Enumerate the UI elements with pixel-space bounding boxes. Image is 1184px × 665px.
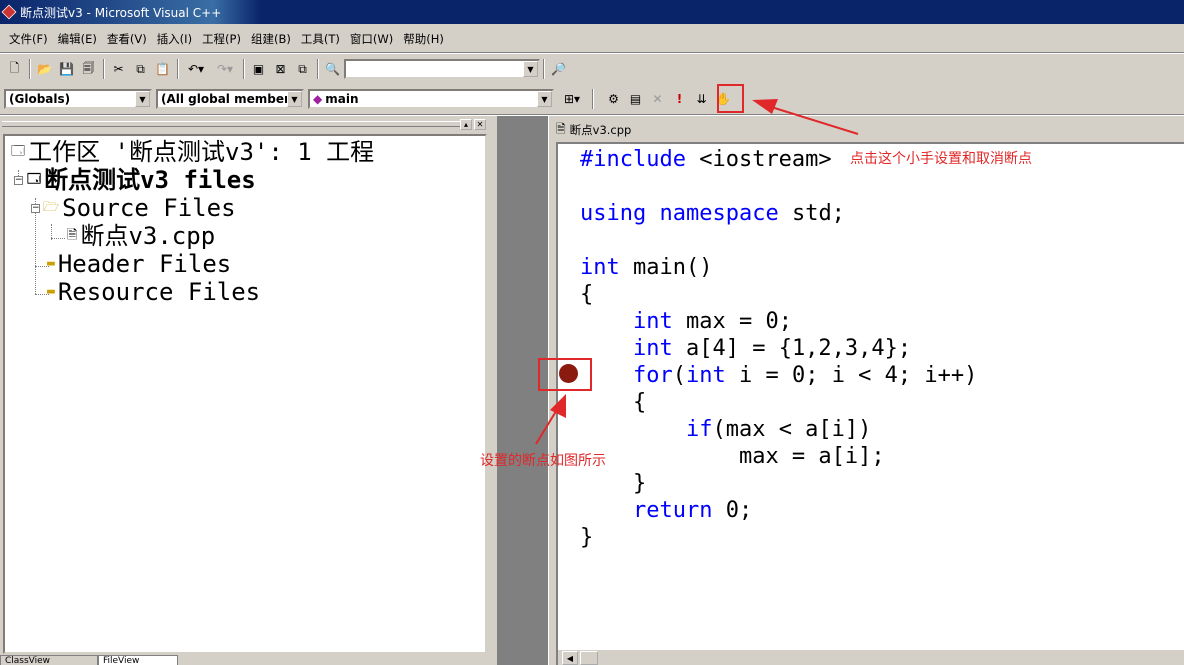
arrow-breakpoint-head: [550, 394, 566, 418]
arrow-hand: [767, 105, 859, 135]
annotation-hand-tip: 点击这个小手设置和取消断点: [850, 151, 1032, 167]
msvc-window: 断点测试v3 - Microsoft Visual C++ 文件(F) 编辑(E…: [0, 0, 1184, 665]
annotation-arrows: [535, 99, 859, 445]
annotation-breakpoint-tip: 设置的断点如图所示: [480, 453, 606, 469]
arrow-breakpoint: [535, 407, 559, 445]
arrow-hand-head: [752, 99, 778, 114]
